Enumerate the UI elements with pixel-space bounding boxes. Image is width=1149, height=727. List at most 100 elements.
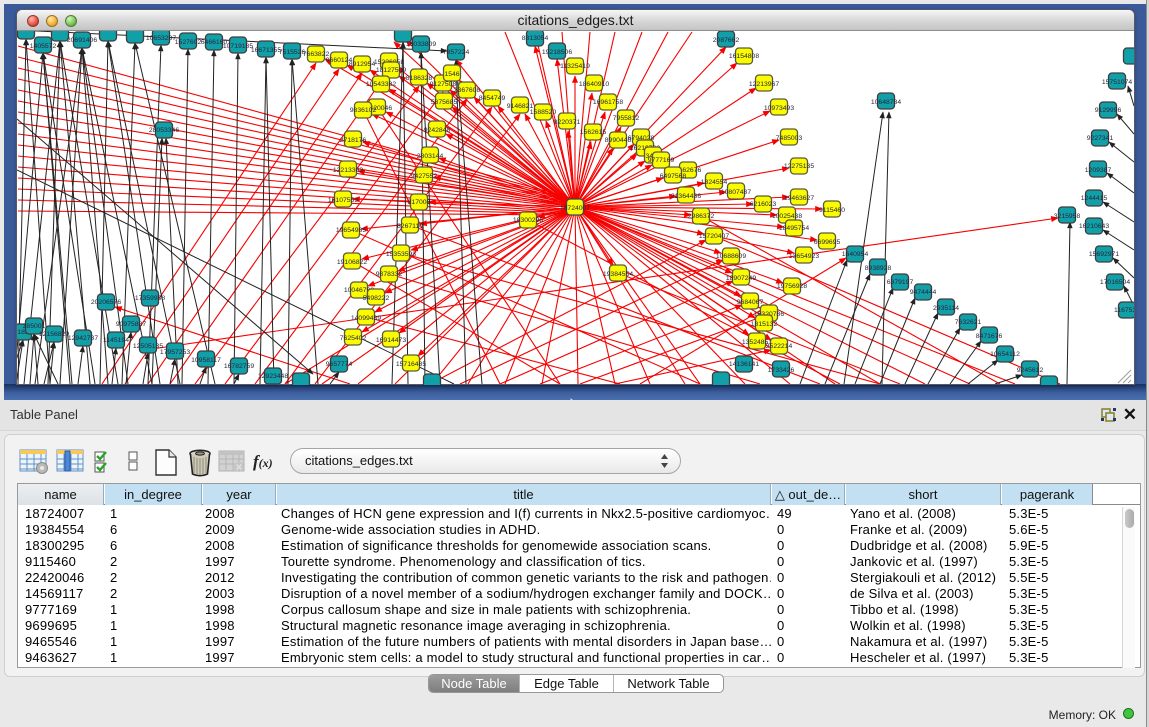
svg-text:16671355: 16671355 <box>251 47 281 54</box>
svg-text:9657774: 9657774 <box>326 361 353 368</box>
svg-text:12505135: 12505135 <box>133 343 163 350</box>
svg-text:9777169: 9777169 <box>648 157 675 164</box>
svg-text:1546: 1546 <box>444 71 459 78</box>
svg-text:16782759: 16782759 <box>224 363 254 370</box>
svg-text:2803144: 2803144 <box>417 153 444 160</box>
svg-text:17359938: 17359938 <box>135 295 165 302</box>
svg-text:21364436: 21364436 <box>671 193 701 200</box>
svg-text:10654112: 10654112 <box>990 351 1020 358</box>
svg-text:19218506: 19218506 <box>542 49 572 56</box>
svg-text:15692971: 15692971 <box>1089 251 1119 258</box>
svg-text:9878332: 9878332 <box>376 271 403 278</box>
svg-text:10543382: 10543382 <box>366 81 396 88</box>
svg-text:19756928: 19756928 <box>777 283 807 290</box>
svg-text:8454749: 8454749 <box>479 95 506 102</box>
svg-text:10648784: 10648784 <box>871 99 901 106</box>
svg-text:9474444: 9474444 <box>910 289 937 296</box>
svg-text:1640954: 1640954 <box>842 251 869 258</box>
svg-text:10719185: 10719185 <box>223 43 253 50</box>
svg-text:1815132: 1815132 <box>751 321 778 328</box>
svg-text:12923448: 12923448 <box>258 373 288 380</box>
svg-text:12275135: 12275135 <box>784 163 814 170</box>
svg-text:7955812: 7955812 <box>613 115 640 122</box>
svg-text:10807487: 10807487 <box>721 189 751 196</box>
svg-text:19106822: 19106822 <box>337 259 367 266</box>
svg-text:18495754: 18495754 <box>779 225 809 232</box>
svg-text:16210643: 16210643 <box>1079 223 1109 230</box>
svg-text:6379197: 6379197 <box>887 279 914 286</box>
svg-text:19384554: 19384554 <box>603 271 633 278</box>
svg-text:8912954: 8912954 <box>349 61 376 68</box>
svg-text:15353593: 15353593 <box>386 251 416 258</box>
svg-text:20691406: 20691406 <box>67 37 97 44</box>
svg-text:2367608: 2367608 <box>454 87 481 94</box>
svg-text:9427552: 9427552 <box>411 173 438 180</box>
svg-text:14136141: 14136141 <box>729 361 759 368</box>
svg-text:8938928: 8938928 <box>865 265 892 272</box>
svg-text:10653287: 10653287 <box>146 35 176 42</box>
svg-text:1244415: 1244415 <box>1081 195 1108 202</box>
svg-text:8267110: 8267110 <box>397 223 423 230</box>
svg-text:5498222: 5498222 <box>363 295 390 302</box>
svg-text:1733426: 1733426 <box>768 367 795 374</box>
svg-text:20206576: 20206576 <box>91 299 121 306</box>
svg-text:10958117: 10958117 <box>191 357 221 364</box>
svg-text:90975887: 90975887 <box>116 321 146 328</box>
svg-text:19463627: 19463627 <box>784 195 814 202</box>
svg-text:9245612: 9245612 <box>1017 367 1044 374</box>
svg-text:18640910: 18640910 <box>579 81 609 88</box>
svg-text:19654985: 19654985 <box>336 227 366 234</box>
svg-text:5875685: 5875685 <box>431 99 458 106</box>
svg-text:6699695: 6699695 <box>814 239 841 246</box>
svg-text:18300295: 18300295 <box>513 217 543 224</box>
svg-text:16961758: 16961758 <box>593 99 623 106</box>
svg-text:15751074: 15751074 <box>1102 79 1132 86</box>
svg-text:15716485: 15716485 <box>396 361 426 368</box>
svg-text:1405572: 1405572 <box>30 43 57 50</box>
svg-text:18127509: 18127509 <box>376 67 406 74</box>
svg-text:16914473: 16914473 <box>376 337 406 344</box>
svg-text:9115460: 9115460 <box>819 207 845 214</box>
svg-text:817008: 817008 <box>408 199 431 206</box>
svg-text:14099489: 14099489 <box>351 315 381 322</box>
svg-text:12156829: 12156829 <box>39 331 69 338</box>
svg-text:1588520: 1588520 <box>530 109 557 116</box>
svg-text:8186328: 8186328 <box>406 75 433 82</box>
svg-text:9684067: 9684067 <box>737 299 764 306</box>
svg-text:8220371: 8220371 <box>554 119 581 126</box>
svg-text:1562615: 1562615 <box>580 129 607 136</box>
svg-text:7625402: 7625402 <box>340 335 367 342</box>
svg-text:7485003: 7485003 <box>776 135 803 142</box>
svg-text:10973493: 10973493 <box>764 105 794 112</box>
svg-text:18907249: 18907249 <box>726 275 756 282</box>
svg-text:385001: 385001 <box>23 323 46 330</box>
svg-text:1209387: 1209387 <box>1085 167 1112 174</box>
svg-text:11325419: 11325419 <box>560 63 590 70</box>
svg-text:2718176: 2718176 <box>340 137 367 144</box>
svg-text:16107553: 16107553 <box>328 197 358 204</box>
svg-text:1824554: 1824554 <box>701 179 728 186</box>
svg-text:12213363: 12213363 <box>333 167 363 174</box>
svg-text:9127508: 9127508 <box>430 81 457 88</box>
svg-text:12942737: 12942737 <box>68 335 98 342</box>
svg-text:9242848: 9242848 <box>424 127 451 134</box>
svg-text:9227341: 9227341 <box>1087 135 1114 142</box>
svg-text:2935114: 2935114 <box>933 305 959 312</box>
svg-text:2522214: 2522214 <box>766 343 793 350</box>
svg-text:7632621: 7632621 <box>955 319 982 326</box>
svg-text:9836102: 9836102 <box>350 107 377 114</box>
svg-text:2986372: 2986372 <box>688 213 715 220</box>
svg-text:2087662: 2087662 <box>713 37 740 44</box>
svg-text:3215958: 3215958 <box>1054 213 1081 220</box>
svg-text:16154808: 16154808 <box>729 53 759 60</box>
svg-text:12213967: 12213967 <box>749 81 779 88</box>
svg-text:6497568: 6497568 <box>660 173 687 180</box>
svg-text:16033809: 16033809 <box>406 41 436 48</box>
svg-text:7857224: 7857224 <box>443 49 470 56</box>
svg-text:18724007: 18724007 <box>560 205 590 212</box>
svg-text:1167533: 1167533 <box>1114 307 1134 314</box>
svg-text:7515526: 7515526 <box>279 49 306 56</box>
svg-text:10688609: 10688609 <box>716 253 746 260</box>
svg-text:28053346: 28053346 <box>149 127 179 134</box>
svg-text:17016504: 17016504 <box>1100 279 1130 286</box>
